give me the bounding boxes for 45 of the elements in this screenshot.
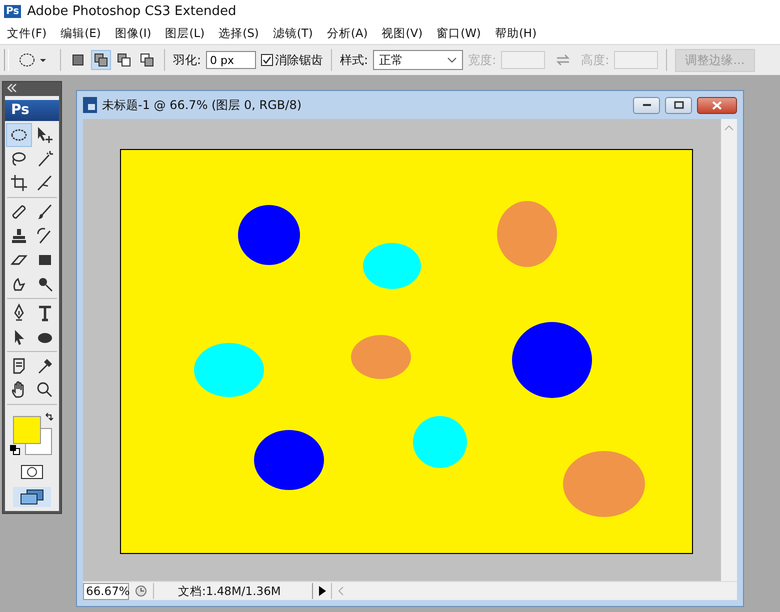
menu-item[interactable]: 编辑(E) (60, 26, 101, 40)
width-label: 宽度: (468, 52, 496, 68)
photoshop-logo-icon: Ps (4, 4, 22, 18)
height-label: 高度: (581, 52, 610, 68)
menu-item[interactable]: 文件(F) (7, 26, 47, 40)
background-color-swatch[interactable] (25, 428, 52, 455)
minimize-icon (642, 103, 652, 107)
menu-item[interactable]: 图层(L) (165, 26, 205, 40)
ellipse-marquee-icon[interactable] (7, 124, 31, 146)
swap-colors-icon[interactable] (44, 413, 54, 423)
maximize-icon (674, 101, 684, 109)
close-button[interactable] (697, 96, 737, 114)
menu-item[interactable]: 选择(S) (218, 26, 259, 40)
menu-item[interactable]: 分析(A) (326, 26, 368, 40)
menu-item[interactable]: 帮助(H) (494, 26, 537, 40)
selection-mode-icon[interactable] (138, 51, 156, 69)
maximize-button[interactable] (665, 96, 692, 114)
document-size-info: 文档:1.48M/1.36M (153, 583, 313, 599)
feather-field[interactable]: 0 px (206, 51, 256, 69)
selection-mode-icon[interactable] (115, 51, 133, 69)
document-icon (83, 97, 97, 113)
feather-label: 羽化: (173, 52, 202, 68)
zoom-field[interactable]: 66.67% (83, 582, 129, 600)
document-title: 未标题-1 @ 66.7% (图层 0, RGB/8) (102, 96, 302, 114)
chevron-down-icon[interactable] (447, 57, 458, 63)
menu-item[interactable]: 视图(V) (382, 26, 423, 40)
menu-item[interactable]: 图像(I) (114, 26, 152, 40)
minimize-button[interactable] (633, 96, 660, 114)
screen-mode-icon[interactable] (13, 487, 51, 507)
anti-alias-checkbox[interactable]: 消除锯齿 (261, 52, 324, 68)
menu-item[interactable]: 窗口(W) (436, 26, 481, 40)
photoshop-logo: Ps (5, 100, 59, 121)
selection-mode-icon[interactable] (92, 51, 110, 69)
style-dropdown[interactable]: 正常 (373, 50, 464, 70)
collapse-icon[interactable] (7, 84, 17, 92)
app-title: Adobe Photoshop CS3 Extended (27, 4, 236, 18)
checkbox-icon[interactable] (261, 54, 274, 66)
style-label: 样式: (340, 52, 368, 68)
quick-mask-icon[interactable] (21, 465, 43, 479)
clock-icon[interactable] (135, 585, 147, 597)
foreground-color-swatch[interactable] (13, 416, 41, 444)
menu-item[interactable]: 滤镜(T) (272, 26, 313, 40)
vertical-scrollbar[interactable] (721, 119, 737, 581)
default-colors-icon[interactable] (10, 445, 20, 455)
close-icon (712, 100, 722, 110)
